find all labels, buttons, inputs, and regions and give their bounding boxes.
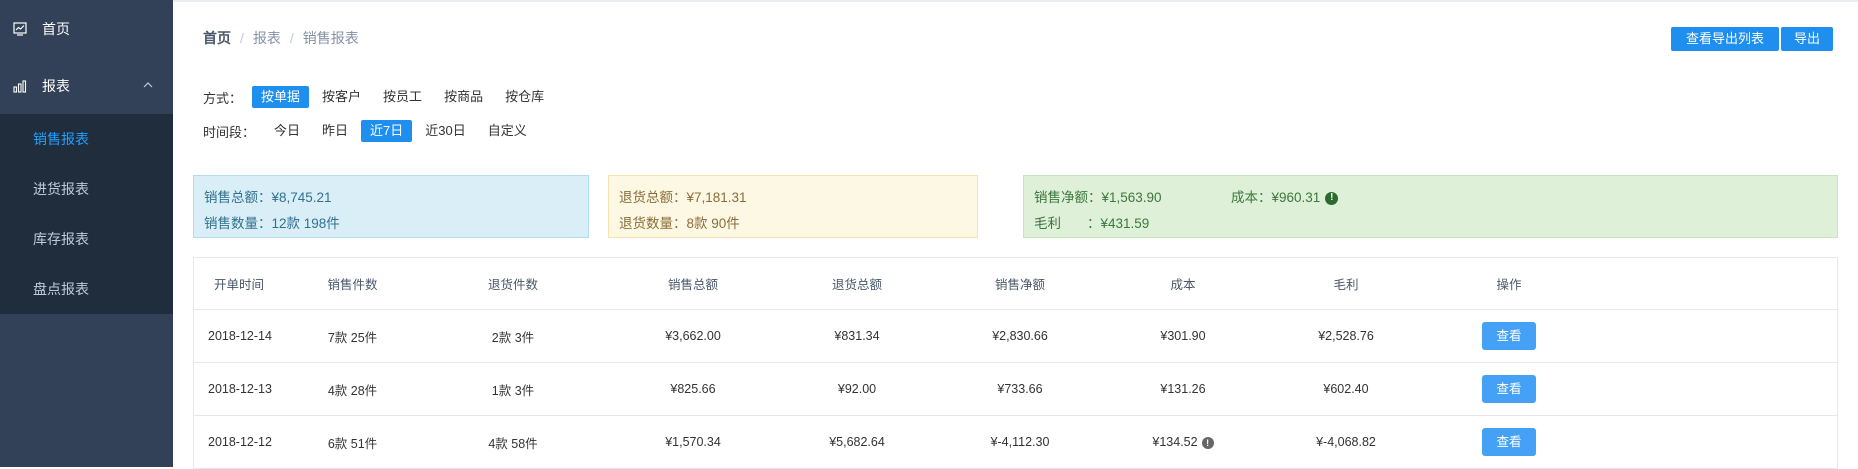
return-summary-card: 退货总额：¥7,181.31 退货数量：8款 90件 — [608, 175, 978, 238]
header-profit: 毛利 — [1333, 278, 1359, 292]
cell-date: 2018-12-14 — [208, 329, 272, 343]
cell-cost: ¥301.90 — [1160, 329, 1206, 343]
sidebar-item-report[interactable]: 报表 — [0, 58, 173, 114]
cell-action: 查看 — [1428, 322, 1590, 350]
cell-sales-total: ¥1,570.34 — [665, 435, 721, 449]
main-content: 首页 / 报表 / 销售报表 查看导出列表 导出 方式： 按单据 按客户 按员工 按商品… — [173, 0, 1858, 469]
cell-sales-qty: 6款 51件 — [327, 436, 378, 451]
breadcrumb-report[interactable]: 报表 — [253, 30, 281, 46]
gross-profit-label: 毛利 — [1034, 216, 1061, 231]
sidebar-item-home[interactable]: 首页 — [0, 0, 173, 58]
period-option-custom[interactable]: 自定义 — [479, 120, 536, 142]
cell-net-sales: ¥733.66 — [997, 382, 1043, 396]
cell-sales-total: ¥3,662.00 — [665, 329, 721, 343]
return-total: 退货总额：¥7,181.31 — [619, 190, 747, 205]
header-sales-qty: 销售件数 — [327, 278, 378, 292]
cell-net-sales: ¥-4,112.30 — [990, 435, 1050, 449]
cell-return-total: ¥92.00 — [837, 382, 877, 396]
cell-return-qty: 2款 3件 — [491, 330, 535, 345]
cell-return-total: ¥5,682.64 — [829, 435, 885, 449]
gross-profit: 毛利 ：¥431.59 — [1034, 211, 1827, 237]
breadcrumb-separator: / — [240, 30, 244, 46]
sidebar-item-stocktake-report[interactable]: 盘点报表 — [0, 264, 173, 314]
header-date: 开单时间 — [214, 278, 265, 292]
mode-option-by-employee[interactable]: 按员工 — [374, 86, 431, 108]
breadcrumb: 首页 / 报表 / 销售报表 — [203, 28, 359, 48]
sidebar-item-inventory-report[interactable]: 库存报表 — [0, 214, 173, 264]
period-option-yesterday[interactable]: 昨日 — [313, 120, 357, 142]
table-row: 2018-12-14 7款 25件 2款 3件 ¥3,662.00 ¥831.3… — [194, 310, 1837, 363]
sales-summary-card: 销售总额：¥8,745.21 销售数量：12款 198件 — [193, 175, 589, 238]
cell-sales-total: ¥825.66 — [670, 382, 716, 396]
sales-total: 销售总额：¥8,745.21 — [204, 190, 332, 205]
net-sales: 销售净额：¥1,563.90 — [1034, 190, 1162, 205]
sidebar-item-sales-report[interactable]: 销售报表 — [0, 114, 173, 164]
mode-label: 方式： — [203, 90, 243, 106]
info-icon[interactable]: ! — [1325, 191, 1339, 205]
header-return-qty: 退货件数 — [487, 278, 538, 292]
mode-option-by-product[interactable]: 按商品 — [435, 86, 492, 108]
table-header: 开单时间 销售件数 退货件数 销售总额 退货总额 销售净额 成本 毛利 操作 — [194, 258, 1837, 310]
cell-profit: ¥602.40 — [1323, 382, 1369, 396]
cell-return-total: ¥831.34 — [834, 329, 880, 343]
chevron-up-icon — [141, 78, 155, 92]
cell-action: 查看 — [1428, 428, 1590, 456]
cost-value: ¥134.52 — [1152, 435, 1198, 449]
profit-summary-card: 销售净额：¥1,563.90 毛利 ：¥431.59 成本：¥960.31 ! — [1023, 175, 1838, 238]
cell-date: 2018-12-12 — [208, 435, 272, 449]
view-button[interactable]: 查看 — [1482, 428, 1536, 456]
sidebar-item-label: 首页 — [42, 21, 70, 37]
mode-option-by-customer[interactable]: 按客户 — [313, 86, 370, 108]
warning-icon[interactable]: ! — [1201, 436, 1214, 449]
cell-cost: ¥134.52! — [1102, 435, 1264, 449]
mode-option-by-warehouse[interactable]: 按仓库 — [496, 86, 553, 108]
view-button[interactable]: 查看 — [1482, 375, 1536, 403]
bar-chart-icon — [12, 78, 28, 94]
period-filter: 时间段： 今日 昨日 近7日 近30日 自定义 — [203, 120, 540, 142]
gross-profit-value: ：¥431.59 — [1087, 216, 1150, 231]
export-button[interactable]: 导出 — [1780, 27, 1833, 51]
cell-date: 2018-12-13 — [208, 382, 272, 396]
sales-report-table: 开单时间 销售件数 退货件数 销售总额 退货总额 销售净额 成本 毛利 操作 2… — [193, 257, 1838, 469]
sidebar: 首页 报表 销售报表 进货报表 库存报表 盘点报表 — [0, 0, 173, 467]
view-export-list-button[interactable]: 查看导出列表 — [1670, 27, 1779, 51]
return-quantity: 退货数量：8款 90件 — [619, 216, 740, 231]
breadcrumb-home[interactable]: 首页 — [203, 30, 231, 46]
header-sales-total: 销售总额 — [667, 278, 718, 292]
breadcrumb-separator: / — [289, 30, 294, 46]
period-option-today[interactable]: 今日 — [265, 120, 309, 142]
sales-quantity: 销售数量：12款 198件 — [204, 216, 340, 231]
cell-action: 查看 — [1428, 375, 1590, 403]
cell-cost: ¥131.26 — [1160, 382, 1206, 396]
cell-return-qty: 4款 58件 — [488, 436, 538, 451]
cell-profit: ¥-4,068.82 — [1316, 435, 1376, 449]
period-label: 时间段： — [203, 124, 256, 140]
period-option-last-30-days[interactable]: 近30日 — [416, 120, 474, 142]
period-option-last-7-days[interactable]: 近7日 — [361, 120, 413, 142]
mode-filter: 方式： 按单据 按客户 按员工 按商品 按仓库 — [203, 86, 557, 108]
report-submenu: 销售报表 进货报表 库存报表 盘点报表 — [0, 114, 173, 314]
header-cost: 成本 — [1170, 278, 1196, 292]
mode-option-by-document[interactable]: 按单据 — [252, 86, 310, 108]
header-net-sales: 销售净额 — [994, 278, 1045, 292]
table-row: 2018-12-13 4款 28件 1款 3件 ¥825.66 ¥92.00 ¥… — [194, 363, 1837, 416]
header-action: 操作 — [1496, 278, 1522, 292]
cost-value: 成本：¥960.31 — [1231, 190, 1321, 205]
cell-sales-qty: 7款 25件 — [327, 330, 378, 345]
cost-summary: 成本：¥960.31 ! — [1231, 185, 1339, 211]
toolbar: 查看导出列表 导出 — [1670, 27, 1833, 51]
breadcrumb-current: 销售报表 — [302, 30, 359, 46]
cell-return-qty: 1款 3件 — [491, 383, 535, 398]
cell-sales-qty: 4款 28件 — [327, 383, 378, 398]
header-return-total: 退货总额 — [831, 278, 882, 292]
view-button[interactable]: 查看 — [1482, 322, 1536, 350]
chart-line-icon — [12, 21, 28, 37]
cell-net-sales: ¥2,830.66 — [992, 329, 1048, 343]
cell-profit: ¥2,528.76 — [1318, 329, 1374, 343]
sidebar-item-purchase-report[interactable]: 进货报表 — [0, 164, 173, 214]
sidebar-item-label: 报表 — [42, 78, 70, 94]
table-row: 2018-12-12 6款 51件 4款 58件 ¥1,570.34 ¥5,68… — [194, 416, 1837, 469]
